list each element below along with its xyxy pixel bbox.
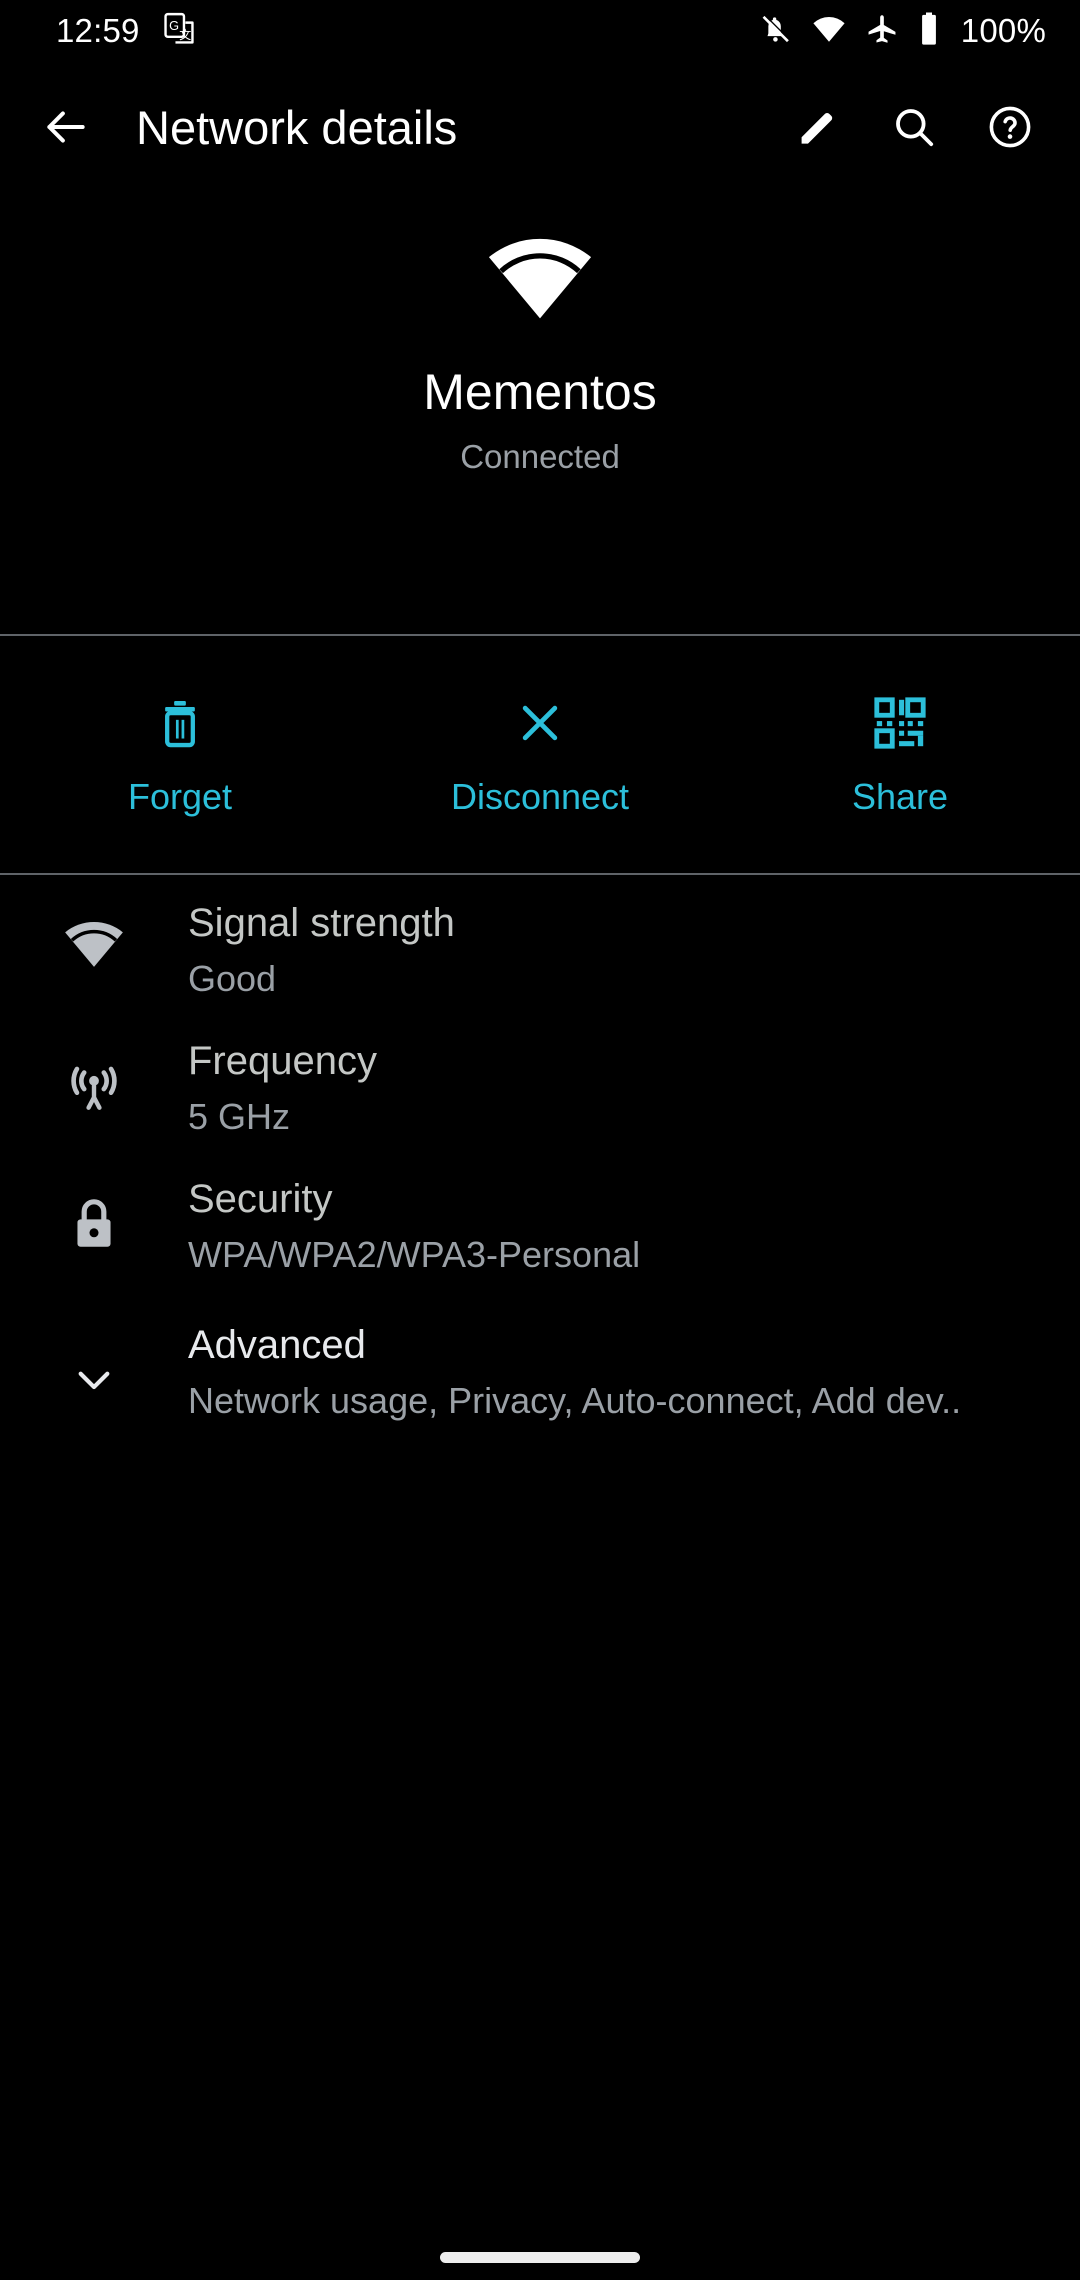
advanced-title: Advanced xyxy=(188,1323,366,1367)
page-title: Network details xyxy=(136,100,458,154)
broadcast-tower-icon xyxy=(0,1033,188,1117)
notifications-off-icon xyxy=(759,12,793,51)
gesture-home-handle[interactable] xyxy=(440,2252,640,2263)
airplane-mode-icon xyxy=(865,12,899,51)
detail-title: Signal strength xyxy=(188,901,455,945)
status-bar-right: 100% xyxy=(759,11,1046,52)
detail-value: 5 GHz xyxy=(188,1096,291,1138)
lock-icon xyxy=(0,1171,188,1255)
network-ssid: Mementos xyxy=(423,364,657,420)
wifi-signal-icon xyxy=(0,895,188,969)
arrow-back-icon xyxy=(47,111,85,143)
battery-percent-label: 100% xyxy=(960,12,1046,49)
forget-button[interactable]: Forget xyxy=(0,636,360,873)
detail-title: Security xyxy=(188,1177,333,1221)
wifi-signal-icon xyxy=(484,230,596,327)
detail-text: Security WPA/WPA2/WPA3-Personal xyxy=(188,1171,660,1277)
google-translate-icon: G 文 xyxy=(162,12,196,51)
detail-title: Frequency xyxy=(188,1039,377,1083)
network-header: Mementos Connected xyxy=(0,192,1080,634)
svg-text:文: 文 xyxy=(179,26,191,41)
svg-text:G: G xyxy=(169,17,179,32)
chevron-down-icon xyxy=(0,1317,188,1405)
app-bar-actions xyxy=(770,79,1080,175)
qr-code-icon xyxy=(871,692,929,754)
action-row: Forget Disconnect Share xyxy=(0,636,1080,873)
forget-label: Forget xyxy=(127,775,233,817)
detail-row-frequency[interactable]: Frequency 5 GHz xyxy=(0,1013,1080,1151)
battery-full-icon xyxy=(917,11,941,52)
status-bar-left: 12:59 G 文 xyxy=(56,12,196,51)
detail-row-security[interactable]: Security WPA/WPA2/WPA3-Personal xyxy=(0,1151,1080,1289)
disconnect-button[interactable]: Disconnect xyxy=(360,636,720,873)
wifi-icon xyxy=(811,11,847,52)
advanced-summary: Network usage, Privacy, Auto-connect, Ad… xyxy=(188,1380,962,1422)
network-details-screen: 12:59 G 文 100% Network details Mementos … xyxy=(0,0,1080,2280)
status-bar: 12:59 G 文 100% xyxy=(0,0,1080,62)
share-button[interactable]: Share xyxy=(720,636,1080,873)
app-bar: Network details xyxy=(0,62,1080,192)
back-button[interactable] xyxy=(16,77,116,177)
pencil-icon xyxy=(801,113,833,144)
network-detail-list: Signal strength Good Frequency 5 GHz Sec… xyxy=(0,875,1080,1439)
detail-text: Frequency 5 GHz xyxy=(188,1033,397,1139)
search-button[interactable] xyxy=(866,79,962,175)
close-x-icon xyxy=(513,692,567,754)
status-bar-clock: 12:59 xyxy=(56,12,140,49)
help-circle-icon xyxy=(989,106,1031,148)
detail-text: Signal strength Good xyxy=(188,895,475,1001)
edit-button[interactable] xyxy=(770,79,866,175)
detail-value: WPA/WPA2/WPA3-Personal xyxy=(188,1234,641,1276)
trash-icon xyxy=(153,692,207,754)
help-button[interactable] xyxy=(962,79,1058,175)
advanced-text: Advanced Network usage, Privacy, Auto-co… xyxy=(188,1317,981,1423)
search-icon xyxy=(896,109,934,147)
detail-value: Good xyxy=(188,958,277,1000)
advanced-expander-row[interactable]: Advanced Network usage, Privacy, Auto-co… xyxy=(0,1289,1080,1439)
detail-row-signal-strength[interactable]: Signal strength Good xyxy=(0,875,1080,1013)
share-label: Share xyxy=(851,775,949,817)
disconnect-label: Disconnect xyxy=(450,775,630,817)
network-state: Connected xyxy=(460,438,620,475)
